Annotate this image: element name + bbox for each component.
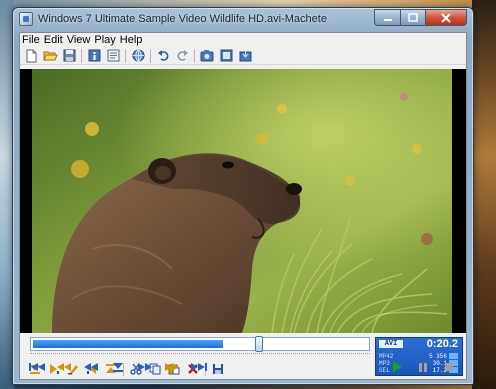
- window-controls: [374, 9, 467, 26]
- toolbar-separator: [150, 48, 151, 63]
- video-pane[interactable]: [20, 69, 466, 333]
- rewind-icon: [84, 363, 98, 371]
- container-format: AVI: [379, 340, 403, 348]
- toolbar-separator: [125, 48, 126, 63]
- pause-button[interactable]: [414, 359, 432, 375]
- play-icon: [392, 362, 402, 372]
- close-icon: [441, 12, 451, 23]
- step-down-button[interactable]: [109, 359, 127, 375]
- toolbar-separator: [81, 48, 82, 63]
- properties-icon[interactable]: [105, 48, 121, 64]
- next-keyframe-icon: [165, 363, 179, 371]
- save-icon[interactable]: [61, 48, 77, 64]
- menu-bar: File Edit View Play Help: [20, 33, 466, 47]
- open-folder-icon[interactable]: [42, 48, 58, 64]
- window-title: Windows 7 Ultimate Sample Video Wildlife…: [38, 13, 327, 25]
- maximize-button[interactable]: [400, 9, 425, 26]
- menu-file[interactable]: File: [22, 34, 40, 46]
- seek-progress: [33, 340, 223, 348]
- snapshot-icon[interactable]: [199, 48, 215, 64]
- seek-thumb[interactable]: [255, 336, 263, 352]
- seek-ticks: [30, 353, 370, 357]
- seek-bar[interactable]: [30, 336, 370, 352]
- prev-keyframe-button[interactable]: [55, 359, 73, 375]
- pause-icon: [419, 362, 427, 372]
- undo-icon[interactable]: [155, 48, 171, 64]
- title-bar[interactable]: Windows 7 Ultimate Sample Video Wildlife…: [13, 8, 473, 30]
- fast-forward-icon: [138, 363, 152, 371]
- close-button[interactable]: [425, 9, 467, 26]
- play-button[interactable]: [388, 359, 406, 375]
- new-file-icon[interactable]: [23, 48, 39, 64]
- redo-icon[interactable]: [174, 48, 190, 64]
- stop-icon: [445, 363, 453, 371]
- rewind-button[interactable]: [82, 359, 100, 375]
- minimize-button[interactable]: [374, 9, 400, 26]
- menu-view[interactable]: View: [67, 34, 91, 46]
- app-window: Windows 7 Ultimate Sample Video Wildlife…: [12, 7, 474, 385]
- maximize-icon: [408, 13, 418, 22]
- clip-icon[interactable]: [218, 48, 234, 64]
- desktop-background-right: [472, 0, 496, 389]
- menu-play[interactable]: Play: [94, 34, 115, 46]
- export-icon[interactable]: [237, 48, 253, 64]
- step-down-icon: [113, 363, 123, 372]
- info-icon[interactable]: [86, 48, 102, 64]
- prev-keyframe-icon: [57, 363, 71, 371]
- minimize-icon: [383, 18, 392, 21]
- video-frame-marmot: [32, 69, 452, 333]
- skip-end-icon: [191, 363, 207, 371]
- client-area: File Edit View Play Help AVI 0:20.2 MP42…: [19, 32, 467, 380]
- transport-bar: [26, 359, 462, 377]
- fast-forward-button[interactable]: [136, 359, 154, 375]
- go-to-end-button[interactable]: [190, 359, 208, 375]
- go-to-start-button[interactable]: [28, 359, 46, 375]
- skip-start-icon: [29, 363, 45, 371]
- app-icon[interactable]: [19, 12, 33, 26]
- menu-help[interactable]: Help: [120, 34, 143, 46]
- main-toolbar: [20, 47, 466, 65]
- current-time: 0:20.2: [426, 338, 458, 350]
- toolbar-separator: [194, 48, 195, 63]
- next-keyframe-button[interactable]: [163, 359, 181, 375]
- menu-edit[interactable]: Edit: [44, 34, 63, 46]
- web-icon[interactable]: [130, 48, 146, 64]
- stop-button[interactable]: [440, 359, 458, 375]
